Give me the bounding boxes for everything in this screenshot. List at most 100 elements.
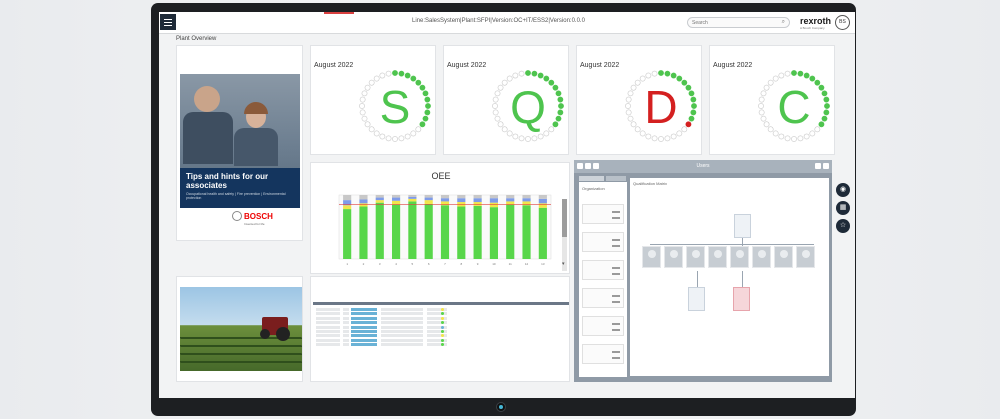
promo-banner: Tips and hints for our associates Occupa… [180,168,300,208]
employee-avatar[interactable] [774,246,793,268]
sqdc-day-dot [392,136,398,142]
oee-bar [538,207,547,259]
oee-bar [522,198,531,202]
table-row[interactable] [313,334,569,338]
employee-avatar[interactable] [642,246,661,268]
table-row[interactable] [313,343,569,347]
employee-avatar[interactable] [664,246,683,268]
sqdc-day-dot [518,135,525,142]
breadcrumb: Line:SalesSystem|Plant:SFPI|Version:OC+I… [412,18,585,24]
oee-x-tick: 13 [541,262,545,266]
sqdc-card-s[interactable]: August 2022 S [310,45,436,155]
table-row[interactable] [313,325,569,330]
oee-bar [375,200,384,203]
oee-bar [392,200,401,205]
sqdc-day-dot [651,135,658,142]
hamburger-menu-icon[interactable] [160,14,176,30]
oee-bar [408,196,417,199]
sqdc-day-dot [398,70,405,77]
oee-bar [343,195,352,201]
sqdc-day-dot [645,72,652,79]
org-tab-2[interactable] [606,176,626,181]
oee-bar [489,202,498,208]
org-left-title: Organization [582,186,605,191]
expand-icon[interactable] [815,163,821,169]
oee-card[interactable]: OEE 1 2 3 4 5 6 7 8 9 10 11 12 13 ▾ [310,162,570,274]
sqdc-ring: Q [490,68,566,144]
sqdc-day-dot [525,70,531,76]
status-dot [441,308,444,311]
org-list-item[interactable] [582,344,624,364]
sqdc-day-dot [651,70,658,77]
org-list-item[interactable] [582,260,624,280]
star-icon[interactable]: ☆ [836,219,850,233]
table-row[interactable] [313,321,569,325]
oee-bar [538,198,547,204]
org-node-alert[interactable] [733,287,750,311]
table-card[interactable] [310,276,570,382]
org-tab[interactable] [579,176,604,181]
sqdc-month: August 2022 [314,62,354,69]
grid-icon[interactable]: ▦ [836,201,850,215]
oee-title: OEE [431,171,451,181]
org-root-node[interactable] [734,214,751,238]
org-list-item[interactable] [582,316,624,336]
page-title: Plant Overview [176,36,217,42]
table-header [313,302,569,305]
promo-card[interactable]: Tips and hints for our associates Occupa… [176,45,303,241]
org-list-item[interactable] [582,232,624,252]
oee-bar [408,201,417,259]
oee-chart: 1 2 3 4 5 6 7 8 9 10 11 12 13 [338,194,552,266]
employee-avatar[interactable] [752,246,771,268]
sqdc-day-dot [803,72,810,79]
sqdc-day-dot [784,70,791,77]
field-image [180,287,302,371]
sqdc-day-dot [379,72,386,79]
power-led [496,402,506,412]
org-node[interactable] [688,287,705,311]
oee-bar [457,195,466,199]
oee-x-tick: 8 [460,262,462,266]
oee-bar [506,204,515,259]
close-icon[interactable] [823,163,829,169]
sqdc-card-c[interactable]: August 2022 C [709,45,835,155]
sqdc-day-dot [512,133,519,140]
eye-icon[interactable]: ◉ [836,183,850,197]
sqdc-day-dot [778,72,785,79]
user-avatar[interactable]: BS [835,15,850,30]
org-list-item[interactable] [582,288,624,308]
table-row[interactable] [313,316,569,321]
sqdc-card-q[interactable]: August 2022 Q [443,45,569,155]
org-toolbar: Users [574,160,832,173]
oee-x-tick: 10 [492,262,496,266]
employee-avatar[interactable] [796,246,815,268]
sqdc-day-dot [404,133,411,140]
sqdc-month: August 2022 [580,62,620,69]
employee-avatar[interactable] [708,246,727,268]
top-bar: Line:SalesSystem|Plant:SFPI|Version:OC+I… [159,12,855,34]
oee-bar [424,197,433,201]
table-row[interactable] [313,308,569,312]
oee-bar [392,195,401,198]
search-icon[interactable]: ⌕ [782,19,785,26]
sqdc-day-dot [664,70,671,77]
table-row[interactable] [313,338,569,343]
scroll-down-icon[interactable]: ▾ [562,261,565,267]
promo-headline-1: Tips and hints for our [186,172,269,181]
employee-avatar[interactable] [686,246,705,268]
sqdc-day-dot [803,133,810,140]
status-dot [441,338,444,342]
search-input[interactable]: Search ⌕ [687,17,790,28]
oee-scrollbar-thumb[interactable] [562,199,567,237]
table-row[interactable] [313,312,569,316]
employee-avatar[interactable] [730,246,749,268]
oee-bar [440,198,450,202]
table-row[interactable] [313,330,569,334]
oee-bar [375,195,384,198]
sqdc-ring: C [756,68,832,144]
sqdc-day-dot [658,136,664,142]
field-card[interactable] [176,276,303,382]
sqdc-day-dot [537,133,544,140]
org-list-item[interactable] [582,204,624,224]
sqdc-card-d[interactable]: August 2022 D [576,45,702,155]
